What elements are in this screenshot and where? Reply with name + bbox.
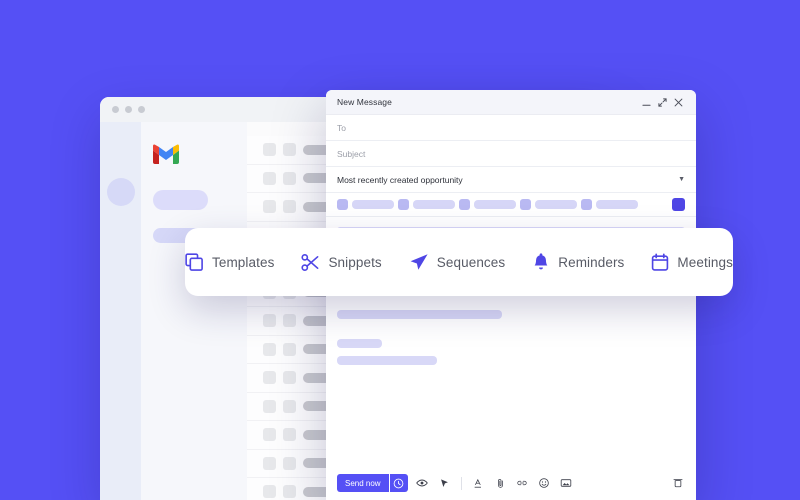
body-text-placeholder (337, 310, 502, 319)
row-star-icon[interactable] (283, 342, 296, 356)
merge-chip-bar[interactable] (413, 200, 455, 209)
toolbar-divider (460, 476, 462, 490)
feature-item-sequences[interactable]: Sequences (409, 252, 505, 272)
trash-icon[interactable] (670, 474, 685, 492)
merge-chip-bar[interactable] (352, 200, 394, 209)
merge-chip-square[interactable] (337, 199, 348, 210)
gmail-left-rail (100, 122, 141, 500)
text-format-icon[interactable] (471, 474, 486, 492)
row-checkbox[interactable] (263, 485, 276, 499)
merge-field-chip-row (326, 193, 696, 217)
compose-title: New Message (337, 97, 392, 107)
merge-chip-bar[interactable] (474, 200, 516, 209)
clock-icon[interactable] (388, 474, 408, 492)
feature-item-label: Meetings (677, 254, 733, 270)
window-dot-minimize[interactable] (125, 106, 132, 113)
row-star-icon[interactable] (283, 371, 296, 385)
compose-button-placeholder[interactable] (153, 190, 208, 210)
image-icon[interactable] (559, 474, 574, 492)
feature-toolbar: Templates Snippets Sequences Reminders Meeti… (185, 228, 733, 296)
to-label: To (337, 122, 346, 133)
app-background: New Message To Subject Most recently cre… (0, 0, 800, 500)
merge-chip-square[interactable] (581, 199, 592, 210)
close-icon[interactable] (670, 98, 686, 107)
row-star-icon[interactable] (283, 428, 296, 442)
row-star-icon[interactable] (283, 456, 296, 470)
row-star-icon[interactable] (283, 200, 296, 214)
row-checkbox[interactable] (263, 371, 276, 385)
gmail-logo (153, 144, 179, 164)
gmail-nav (141, 122, 247, 500)
opportunity-select[interactable]: Most recently created opportunity ▼ (326, 167, 696, 193)
send-now-button[interactable]: Send now (337, 474, 389, 492)
to-field[interactable]: To (326, 115, 696, 141)
emoji-icon[interactable] (537, 474, 552, 492)
chevron-down-icon[interactable]: ▼ (678, 176, 685, 183)
row-star-icon[interactable] (283, 314, 296, 328)
snippets-icon (301, 253, 320, 272)
subject-label: Subject (337, 148, 366, 159)
paperclip-icon[interactable] (493, 474, 508, 492)
row-checkbox[interactable] (263, 342, 276, 356)
templates-icon (185, 252, 204, 272)
avatar[interactable] (106, 178, 135, 206)
feature-item-reminders[interactable]: Reminders (532, 252, 625, 272)
feature-item-snippets[interactable]: Snippets (301, 253, 382, 272)
meetings-icon (651, 252, 669, 272)
eye-icon[interactable] (415, 474, 430, 492)
subject-field[interactable]: Subject (326, 141, 696, 167)
send-button-group[interactable]: Send now (337, 474, 408, 492)
reminders-icon (532, 252, 550, 272)
row-checkbox[interactable] (263, 428, 276, 442)
compose-footer: Send now (326, 466, 696, 500)
sequences-icon (409, 252, 429, 272)
row-star-icon[interactable] (283, 143, 296, 157)
row-star-icon[interactable] (283, 399, 296, 413)
feature-item-label: Reminders (558, 254, 625, 270)
row-star-icon[interactable] (283, 171, 296, 185)
minimize-icon[interactable] (638, 98, 654, 107)
feature-item-meetings[interactable]: Meetings (651, 252, 733, 272)
compose-header: New Message (326, 90, 696, 115)
row-checkbox[interactable] (263, 314, 276, 328)
feature-item-label: Sequences (436, 254, 506, 270)
chip-solid-indigo[interactable] (672, 198, 685, 211)
row-checkbox[interactable] (263, 200, 276, 214)
row-checkbox[interactable] (263, 456, 276, 470)
opportunity-value: Most recently created opportunity (337, 174, 463, 185)
feature-item-label: Snippets (328, 254, 382, 270)
merge-chip-square[interactable] (520, 199, 531, 210)
body-text-placeholder (337, 339, 382, 348)
expand-icon[interactable] (654, 97, 670, 107)
feature-item-label: Templates (212, 254, 275, 270)
link-icon[interactable] (515, 474, 530, 492)
merge-chip-square[interactable] (398, 199, 409, 210)
merge-chip-bar[interactable] (596, 200, 638, 209)
merge-chip-bar[interactable] (535, 200, 577, 209)
row-checkbox[interactable] (263, 399, 276, 413)
merge-chip-square[interactable] (459, 199, 470, 210)
row-star-icon[interactable] (283, 485, 296, 499)
row-checkbox[interactable] (263, 143, 276, 157)
window-dot-close[interactable] (112, 106, 119, 113)
pointer-icon[interactable] (437, 474, 452, 492)
body-text-placeholder (337, 356, 437, 365)
feature-item-templates[interactable]: Templates (185, 252, 275, 272)
row-checkbox[interactable] (263, 171, 276, 185)
window-dot-maximize[interactable] (138, 106, 145, 113)
